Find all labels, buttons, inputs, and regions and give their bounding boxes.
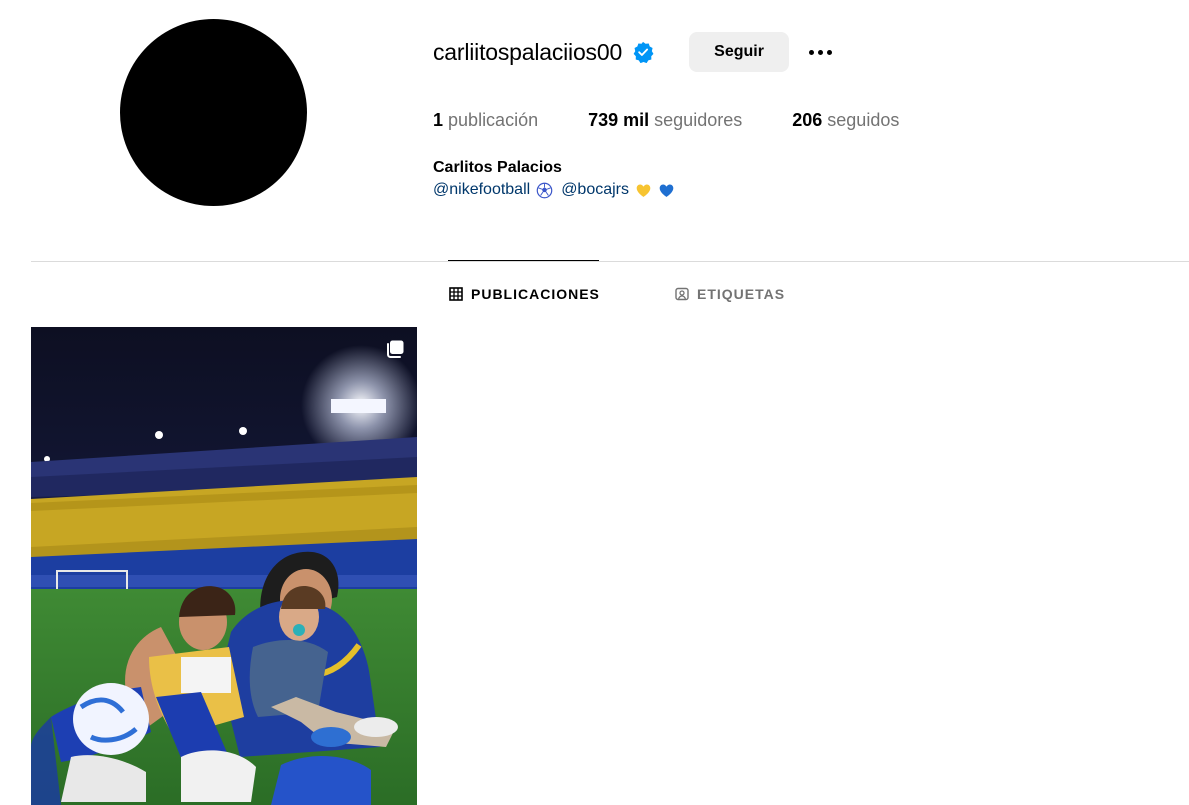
profile-stats: 1 publicación 739 mil seguidores 206 seg… [433,110,949,131]
bio-mention-nikefootball[interactable]: @nikefootball [433,181,530,199]
blue-heart-icon [659,184,674,197]
yellow-heart-icon [636,184,651,197]
tabs-divider [31,261,1189,262]
tab-etiquetas-label: ETIQUETAS [697,286,786,302]
full-name: Carlitos Palacios [433,159,562,176]
tab-etiquetas[interactable]: ETIQUETAS [675,286,785,302]
bio-mention-bocajrs[interactable]: @bocajrs [561,181,629,199]
soccer-ball-icon [536,182,553,198]
post-thumbnail[interactable] [31,327,417,805]
followers-count-number: 739 mil [588,110,650,130]
follow-button[interactable]: Seguir [689,32,790,72]
tab-publicaciones-label: PUBLICACIONES [471,286,600,302]
following-count-label: seguidos [827,110,900,130]
posts-count: 1 publicación [433,110,538,131]
profile-page: carliitospalaciios00 Seguir 1 publicació… [0,0,1189,805]
tab-publicaciones[interactable]: PUBLICACIONES [449,286,600,302]
following-count-number: 206 [792,110,823,130]
tagged-icon [675,287,689,301]
post-image [31,327,417,805]
followers-count[interactable]: 739 mil seguidores [588,110,742,131]
profile-header: carliitospalaciios00 Seguir [433,32,834,72]
grid-icon [449,287,463,301]
active-tab-indicator [448,260,599,261]
bio: @nikefootball @bocajrs [433,181,675,199]
following-count[interactable]: 206 seguidos [792,110,899,131]
posts-count-label: publicación [448,110,539,130]
more-options-button[interactable] [806,38,834,66]
more-dot [817,49,823,55]
carousel-icon [387,340,404,358]
username: carliitospalaciios00 [433,38,623,65]
followers-count-label: seguidores [654,110,743,130]
more-horizontal-icon [808,49,814,55]
posts-count-number: 1 [433,110,444,130]
more-dot [826,49,832,55]
profile-avatar[interactable] [120,19,307,206]
verified-badge-icon [633,41,654,63]
